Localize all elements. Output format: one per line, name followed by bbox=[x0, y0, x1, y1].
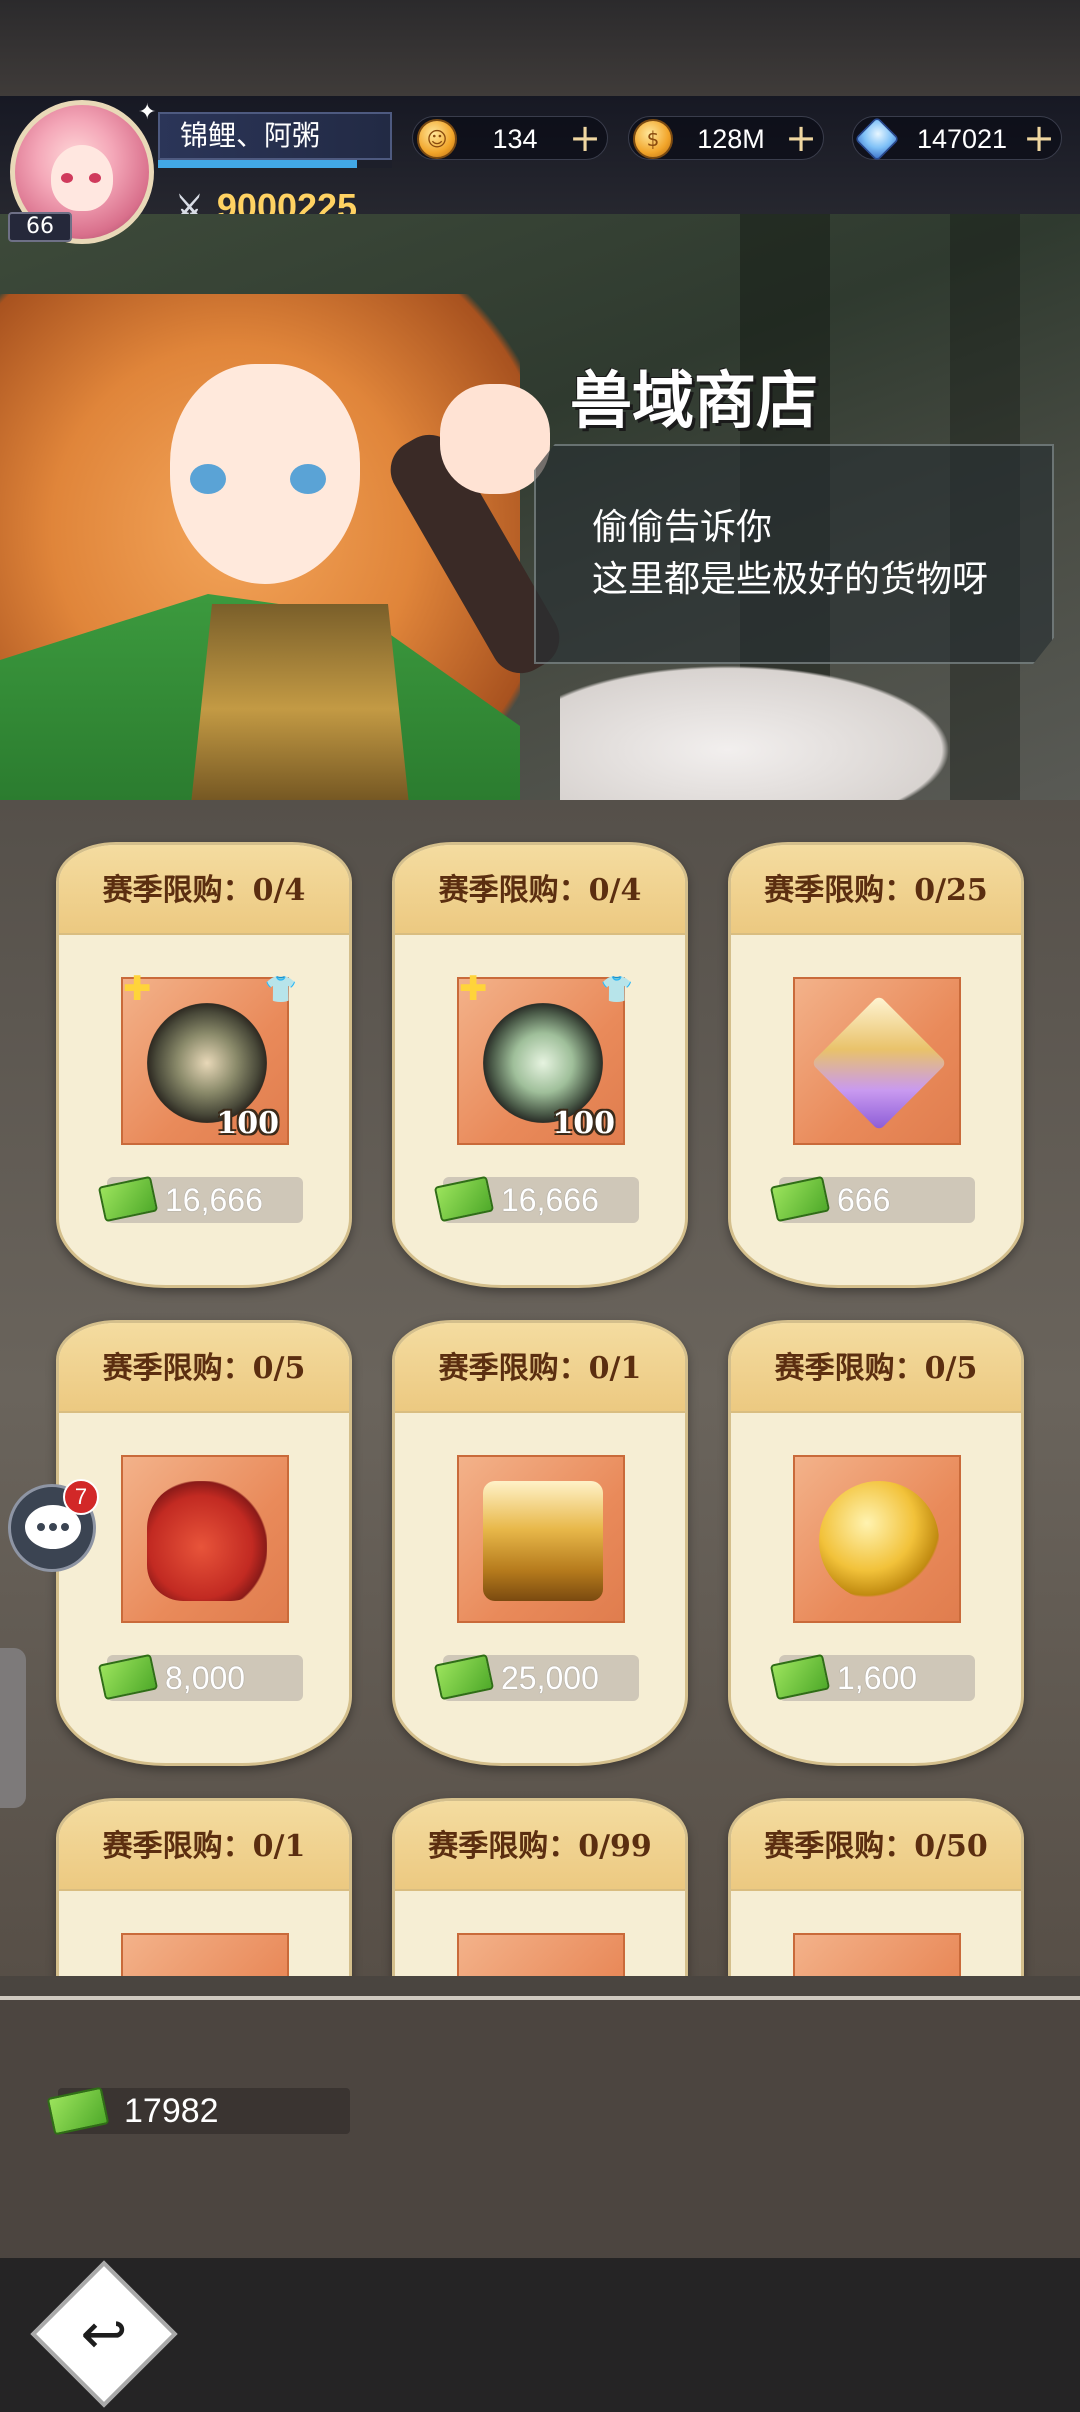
exp-bar bbox=[158, 160, 392, 168]
deer-skull-shield-icon bbox=[147, 1003, 267, 1123]
purchase-limit: 赛季限购：0/50 bbox=[764, 1829, 988, 1864]
shop-item-card[interactable]: 赛季限购：0/5 1,600 bbox=[728, 1320, 1024, 1766]
ticket-icon bbox=[433, 1653, 495, 1701]
price-value: 1,600 bbox=[837, 1660, 918, 1696]
purchase-limit: 赛季限购：0/1 bbox=[102, 1829, 306, 1864]
purchase-limit: 赛季限购：0/99 bbox=[428, 1829, 652, 1864]
back-arrow-icon[interactable]: ↩ bbox=[52, 2282, 156, 2386]
shop-item-card[interactable]: 赛季限购：0/4 ✚ 👕 100 16,666 bbox=[56, 842, 352, 1288]
item-slot[interactable] bbox=[793, 1933, 961, 1976]
purchase-limit: 赛季限购：0/4 bbox=[102, 873, 306, 908]
ticket-icon bbox=[97, 1175, 159, 1223]
golden-chest-icon bbox=[483, 1481, 603, 1601]
item-slot[interactable] bbox=[121, 1455, 289, 1623]
currency-gold-value: 128M bbox=[697, 124, 765, 154]
shop-item-card[interactable]: 赛季限购：0/50 bbox=[728, 1798, 1024, 1976]
diamond-icon bbox=[854, 116, 900, 162]
gold-coin-item-icon bbox=[819, 1481, 939, 1601]
avatar-face bbox=[51, 145, 113, 211]
price-value: 8,000 bbox=[165, 1660, 246, 1696]
player-name[interactable]: 锦鲤、阿粥 bbox=[158, 112, 392, 160]
item-slot[interactable] bbox=[121, 1933, 289, 1976]
shopkeeper-face bbox=[170, 364, 360, 584]
price-tag[interactable]: 16,666 bbox=[433, 1175, 639, 1223]
stamina-coin-icon: ☺ bbox=[417, 119, 457, 159]
gold-coin-icon: $ bbox=[633, 119, 673, 159]
shop-title: 兽域商店 bbox=[570, 364, 819, 437]
price-value: 25,000 bbox=[501, 1660, 599, 1696]
purchase-limit: 赛季限购：0/5 bbox=[102, 1351, 306, 1386]
exp-bar-fill bbox=[158, 160, 357, 168]
chat-unread-badge: 7 bbox=[63, 1479, 99, 1515]
red-gift-bag-icon bbox=[147, 1481, 267, 1601]
item-slot[interactable] bbox=[793, 1455, 961, 1623]
price-tag[interactable]: 666 bbox=[769, 1175, 975, 1223]
purchase-limit: 赛季限购：0/1 bbox=[438, 1351, 642, 1386]
item-quantity: 100 bbox=[216, 1106, 279, 1141]
add-diamond-button[interactable]: + bbox=[1023, 117, 1055, 159]
shopkeeper-eye bbox=[190, 464, 226, 494]
item-quantity: 100 bbox=[552, 1106, 615, 1141]
wing-decoration bbox=[560, 654, 980, 800]
item-slot[interactable] bbox=[793, 977, 961, 1145]
currency-stamina-value: 134 bbox=[492, 124, 538, 154]
ticket-balance-value: 17982 bbox=[124, 2092, 219, 2130]
shopkeeper-armor bbox=[190, 604, 410, 800]
shirt-icon: 👕 bbox=[600, 975, 633, 1005]
dialogue-line-2: 这里都是些极好的货物呀 bbox=[592, 559, 989, 600]
purchase-limit: 赛季限购：0/5 bbox=[774, 1351, 978, 1386]
purchase-limit: 赛季限购：0/4 bbox=[438, 873, 642, 908]
shop-item-card[interactable]: 赛季限购：0/1 bbox=[56, 1798, 352, 1976]
puzzle-piece-icon: ✚ bbox=[123, 969, 152, 1009]
chat-dot bbox=[37, 1523, 45, 1531]
price-tag[interactable]: 8,000 bbox=[97, 1653, 303, 1701]
price-value: 16,666 bbox=[165, 1182, 263, 1218]
shop-dialogue: 偷偷告诉你 这里都是些极好的货物呀 bbox=[592, 502, 988, 606]
level-badge: 66 bbox=[8, 212, 72, 242]
price-tag[interactable]: 16,666 bbox=[97, 1175, 303, 1223]
shopkeeper-hand bbox=[440, 384, 550, 494]
item-slot[interactable] bbox=[457, 1455, 625, 1623]
currency-gold: $ 128M + bbox=[628, 116, 824, 160]
avatar-eye bbox=[61, 173, 73, 183]
crystal-star-icon bbox=[811, 995, 947, 1131]
ticket-icon bbox=[97, 1653, 159, 1701]
shop-item-card[interactable]: 赛季限购：0/4 ✚ 👕 100 16,666 bbox=[392, 842, 688, 1288]
item-slot[interactable] bbox=[457, 1933, 625, 1976]
item-slot[interactable]: ✚ 👕 100 bbox=[457, 969, 633, 1145]
purchase-limit: 赛季限购：0/25 bbox=[764, 873, 988, 908]
price-tag[interactable]: 25,000 bbox=[433, 1653, 639, 1701]
price-value: 16,666 bbox=[501, 1182, 599, 1218]
currency-diamond-value: 147021 bbox=[916, 124, 1008, 154]
shop-item-card[interactable]: 赛季限购：0/5 8,000 bbox=[56, 1320, 352, 1766]
sparkle-icon: ✦ bbox=[138, 100, 157, 125]
chat-dot bbox=[61, 1523, 69, 1531]
puzzle-piece-icon: ✚ bbox=[459, 969, 488, 1009]
avatar-eye bbox=[89, 173, 101, 183]
ticket-balance: 17982 bbox=[46, 2086, 350, 2136]
dialogue-line-1: 偷偷告诉你 bbox=[592, 507, 773, 548]
currency-diamond: 147021 + bbox=[852, 116, 1062, 162]
currency-stamina: ☺ 134 + bbox=[412, 116, 608, 160]
ticket-icon bbox=[769, 1175, 831, 1223]
ticket-icon bbox=[433, 1175, 495, 1223]
add-stamina-button[interactable]: + bbox=[569, 117, 601, 159]
price-tag[interactable]: 1,600 bbox=[769, 1653, 975, 1701]
shop-item-card[interactable]: 赛季限购：0/25 666 bbox=[728, 842, 1024, 1288]
ticket-icon bbox=[769, 1653, 831, 1701]
shirt-icon: 👕 bbox=[264, 975, 297, 1005]
side-drawer-handle[interactable] bbox=[0, 1648, 26, 1808]
shopkeeper-eye bbox=[290, 464, 326, 494]
shop-item-card[interactable]: 赛季限购：0/1 25,000 bbox=[392, 1320, 688, 1766]
horned-orb-icon bbox=[483, 1003, 603, 1123]
price-value: 666 bbox=[837, 1182, 891, 1218]
add-gold-button[interactable]: + bbox=[785, 117, 817, 159]
shop-grid[interactable]: 赛季限购：0/4 ✚ 👕 100 16,666 赛季限购：0/4 ✚ 👕 100… bbox=[0, 800, 1080, 1976]
chat-dot bbox=[49, 1523, 57, 1531]
top-strip bbox=[0, 0, 1080, 100]
chat-button[interactable]: 7 bbox=[8, 1479, 99, 1572]
shop-item-card[interactable]: 赛季限购：0/99 bbox=[392, 1798, 688, 1976]
item-slot[interactable]: ✚ 👕 100 bbox=[121, 969, 297, 1145]
